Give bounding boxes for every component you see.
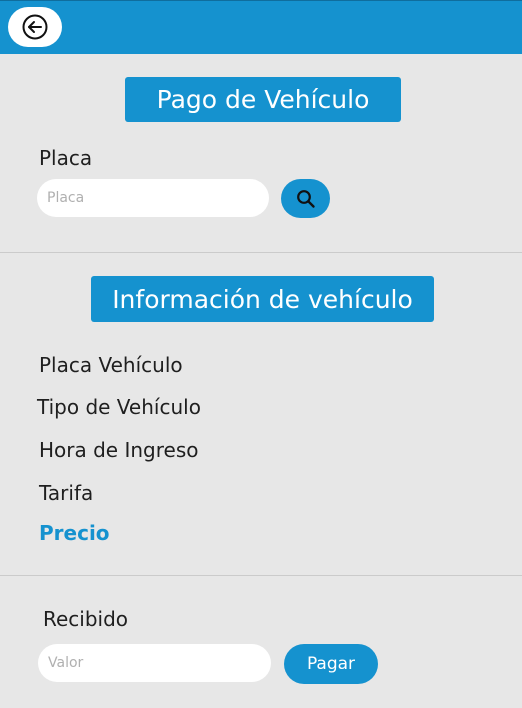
plate-input[interactable] — [37, 179, 269, 217]
section-divider — [0, 252, 522, 253]
payment-title: Pago de Vehículo — [125, 77, 401, 122]
top-app-bar — [0, 0, 522, 54]
pay-button[interactable]: Pagar — [284, 644, 378, 684]
info-rate: Tarifa — [39, 481, 94, 505]
info-entry-time: Hora de Ingreso — [39, 438, 199, 462]
search-icon — [296, 189, 315, 208]
info-vehicle-type: Tipo de Vehículo — [37, 395, 201, 419]
back-button[interactable] — [8, 7, 62, 47]
arrow-left-circle-icon — [22, 14, 48, 40]
plate-label: Placa — [39, 146, 93, 170]
received-value-input[interactable] — [38, 644, 271, 682]
info-plate-vehicle: Placa Vehículo — [39, 353, 183, 377]
vehicle-info-title: Información de vehículo — [91, 276, 434, 322]
received-label: Recibido — [43, 607, 129, 631]
section-divider — [0, 575, 522, 576]
search-button[interactable] — [281, 179, 330, 218]
info-price: Precio — [39, 521, 110, 545]
